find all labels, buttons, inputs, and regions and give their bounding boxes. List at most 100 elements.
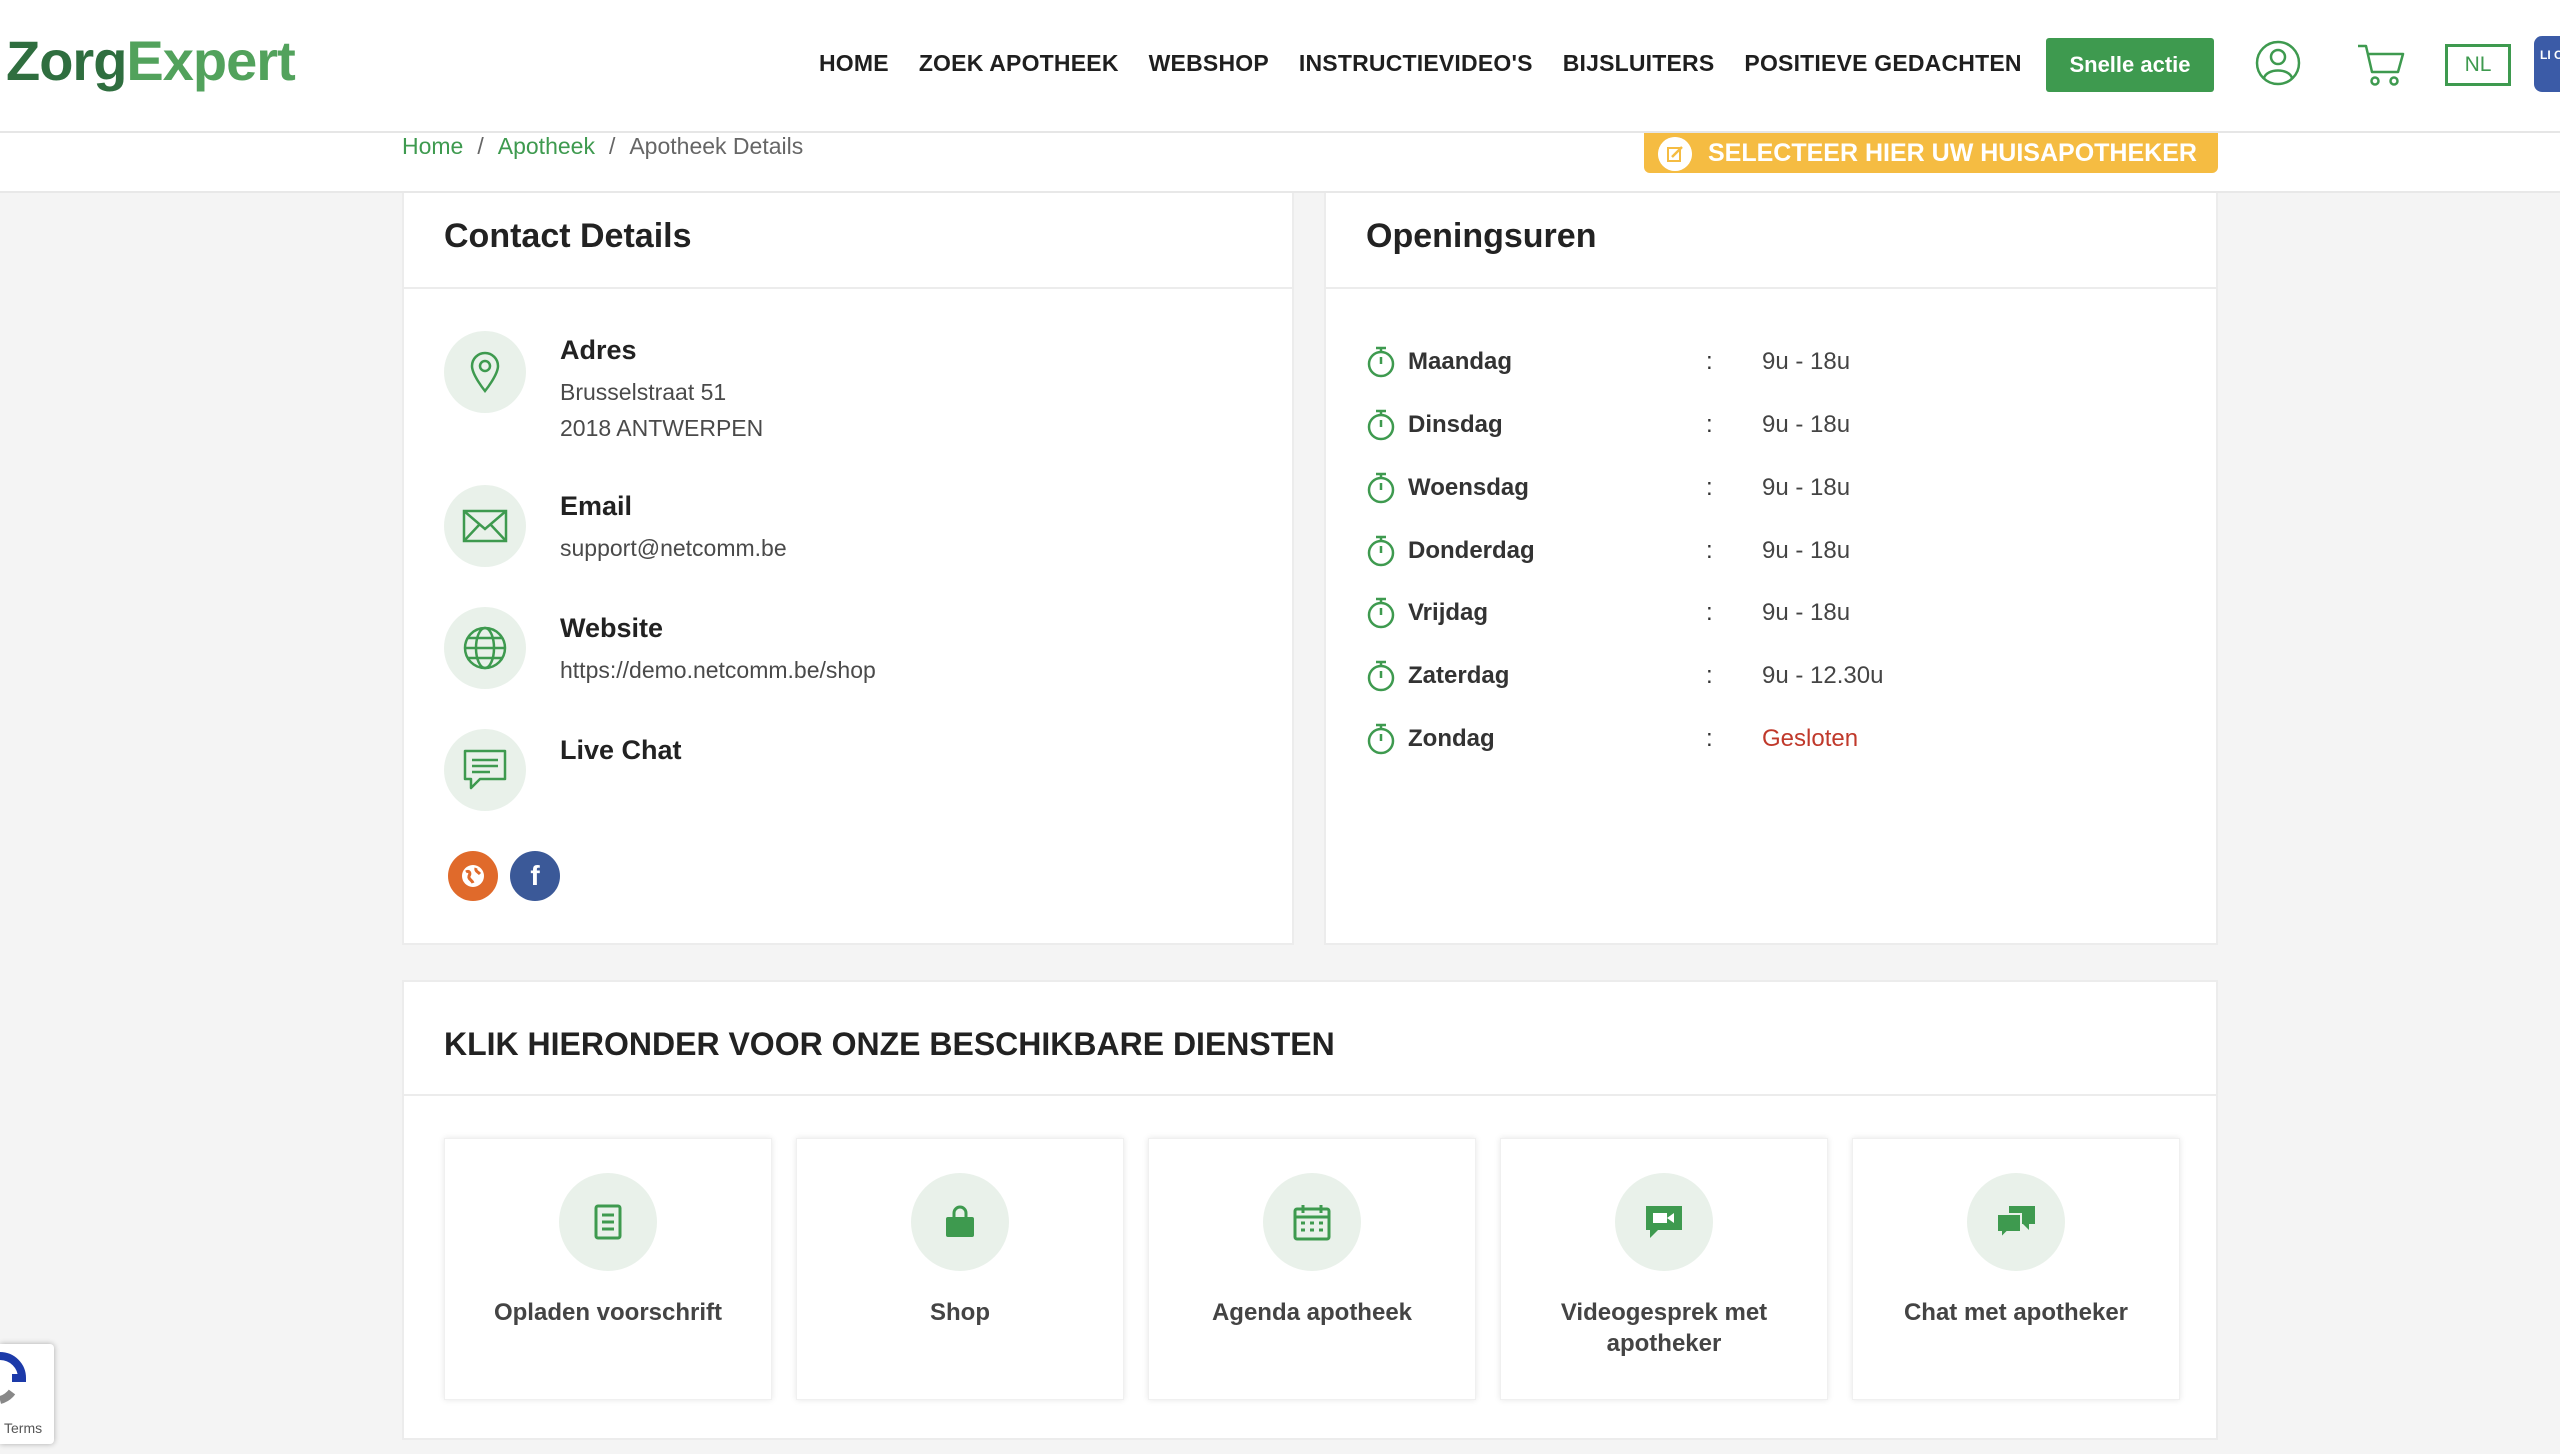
prescription-icon: [559, 1173, 657, 1271]
hours-time: 9u - 12.30u: [1762, 662, 1884, 689]
clock-icon: [1367, 660, 1395, 692]
website-social-icon[interactable]: [448, 851, 498, 901]
hours-time-closed: Gesloten: [1762, 725, 1859, 752]
hours-time: 9u - 18u: [1762, 599, 1851, 626]
address-line-2: 2018 ANTWERPEN: [560, 415, 764, 441]
hours-row: Woensdag : 9u - 18u: [1366, 471, 1850, 505]
service-label: Videogesprek met apotheker: [1560, 1299, 1768, 1357]
logo-part-expert: Expert: [126, 29, 295, 92]
breadcrumb-bar: Home / Apotheek / Apotheek Details SELEC…: [0, 133, 2560, 193]
hours-day: Maandag: [1408, 348, 1513, 375]
service-chat[interactable]: Chat met apotheker: [1852, 1138, 2180, 1400]
cart-icon[interactable]: [2356, 40, 2406, 88]
hours-day: Woensdag: [1408, 474, 1529, 501]
calendar-icon: [1263, 1173, 1361, 1271]
hours-row: Zaterdag : 9u - 12.30u: [1366, 659, 1883, 693]
hours-day: Vrijdag: [1408, 599, 1489, 626]
hours-time: 9u - 18u: [1762, 411, 1851, 438]
hours-row: Vrijdag : 9u - 18u: [1366, 596, 1850, 630]
breadcrumb-apotheek[interactable]: Apotheek: [498, 133, 595, 163]
opening-hours-title: Openingsuren: [1366, 217, 1597, 255]
hours-time: 9u - 18u: [1762, 348, 1851, 375]
service-video-call[interactable]: Videogesprek met apotheker: [1500, 1138, 1828, 1400]
hours-time: 9u - 18u: [1762, 474, 1851, 501]
nav-bijsluiters[interactable]: BIJSLUITERS: [1563, 50, 1715, 77]
website-value[interactable]: https://demo.netcomm.be/shop: [560, 652, 876, 688]
recaptcha-badge[interactable]: Terms: [0, 1344, 54, 1444]
hours-colon: :: [1706, 662, 1713, 689]
livechat-label: Live Chat: [560, 735, 682, 765]
contact-address: Adres Brusselstraat 51 2018 ANTWERPEN: [444, 331, 763, 446]
hours-colon: :: [1706, 537, 1713, 564]
nav-webshop[interactable]: WEBSHOP: [1149, 50, 1269, 77]
hours-colon: :: [1706, 411, 1713, 438]
clock-icon: [1367, 723, 1395, 755]
service-label: Shop: [930, 1299, 990, 1326]
select-pharmacy-button[interactable]: SELECTEER HIER UW HUISAPOTHEKER: [1644, 133, 2218, 173]
breadcrumb-home[interactable]: Home: [402, 133, 463, 163]
divider: [1326, 287, 2216, 289]
contact-details-card: Contact Details Adres Brusselstraat 51 2…: [402, 193, 1294, 945]
contact-details-title: Contact Details: [444, 217, 692, 255]
hours-day: Donderdag: [1408, 537, 1535, 564]
service-upload-prescription[interactable]: Opladen voorschrift: [444, 1138, 772, 1400]
divider: [404, 1094, 2216, 1096]
contact-email: Email support@netcomm.be: [444, 485, 787, 567]
hours-time: 9u - 18u: [1762, 537, 1851, 564]
hours-colon: :: [1706, 474, 1713, 501]
select-pharmacy-label: SELECTEER HIER UW HUISAPOTHEKER: [1708, 138, 2197, 167]
quick-action-button[interactable]: Snelle actie: [2046, 38, 2214, 92]
contact-livechat[interactable]: Live Chat: [444, 729, 682, 811]
location-pin-icon: [444, 331, 526, 413]
hours-day: Zaterdag: [1408, 662, 1510, 689]
hours-row: Maandag : 9u - 18u: [1366, 345, 1850, 379]
breadcrumb-current: Apotheek Details: [629, 133, 804, 159]
envelope-icon: [444, 485, 526, 567]
clock-icon: [1367, 535, 1395, 567]
address-line-1: Brusselstraat 51: [560, 379, 727, 405]
video-call-icon: [1615, 1173, 1713, 1271]
hours-day: Zondag: [1408, 725, 1495, 752]
email-label: Email: [560, 491, 633, 521]
site-header: ZorgExpert HOME ZOEK APOTHEEK WEBSHOP IN…: [0, 0, 2560, 133]
nav-home[interactable]: HOME: [819, 50, 889, 77]
email-value[interactable]: support@netcomm.be: [560, 530, 787, 566]
chat-icon: [1967, 1173, 2065, 1271]
services-card: KLIK HIERONDER VOOR ONZE BESCHIKBARE DIE…: [402, 980, 2218, 1440]
services-title: KLIK HIERONDER VOOR ONZE BESCHIKBARE DIE…: [444, 1026, 1335, 1062]
nav-positieve-gedachten[interactable]: POSITIEVE GEDACHTEN: [1744, 50, 2021, 77]
chat-bubble-icon: [444, 729, 526, 811]
hours-colon: :: [1706, 725, 1713, 752]
hours-row: Donderdag : 9u - 18u: [1366, 534, 1850, 568]
website-label: Website: [560, 613, 664, 643]
breadcrumb: Home / Apotheek / Apotheek Details: [402, 133, 803, 163]
service-label: Opladen voorschrift: [493, 1299, 723, 1326]
service-agenda[interactable]: Agenda apotheek: [1148, 1138, 1476, 1400]
contact-website: Website https://demo.netcomm.be/shop: [444, 607, 876, 689]
service-label: Chat met apotheker: [1903, 1299, 2129, 1326]
clock-icon: [1367, 472, 1395, 504]
breadcrumb-separator: /: [608, 133, 616, 159]
globe-icon: [444, 607, 526, 689]
nav-zoek-apotheek[interactable]: ZOEK APOTHEEK: [919, 50, 1119, 77]
recaptcha-terms[interactable]: Terms: [4, 1420, 42, 1436]
logo-part-zorg: Zorg: [6, 29, 127, 92]
recaptcha-icon: [0, 1352, 27, 1404]
address-label: Adres: [560, 335, 637, 365]
user-icon[interactable]: [2255, 40, 2301, 86]
facebook-icon[interactable]: f: [510, 851, 560, 901]
breadcrumb-separator: /: [477, 133, 484, 159]
language-selector[interactable]: NL: [2445, 44, 2511, 86]
service-shop[interactable]: Shop: [796, 1138, 1124, 1400]
edit-icon: [1658, 137, 1692, 171]
divider: [404, 287, 1292, 289]
service-label: Agenda apotheek: [1211, 1299, 1413, 1326]
hours-day: Dinsdag: [1408, 411, 1503, 438]
nav-instructievideos[interactable]: INSTRUCTIEVIDEO'S: [1299, 50, 1533, 77]
shopping-bag-icon: [911, 1173, 1009, 1271]
corner-badge[interactable]: LI OF: [2534, 36, 2560, 92]
clock-icon: [1367, 346, 1395, 378]
main-nav: HOME ZOEK APOTHEEK WEBSHOP INSTRUCTIEVID…: [819, 50, 2052, 77]
logo[interactable]: ZorgExpert: [6, 28, 296, 93]
hours-colon: :: [1706, 599, 1713, 626]
